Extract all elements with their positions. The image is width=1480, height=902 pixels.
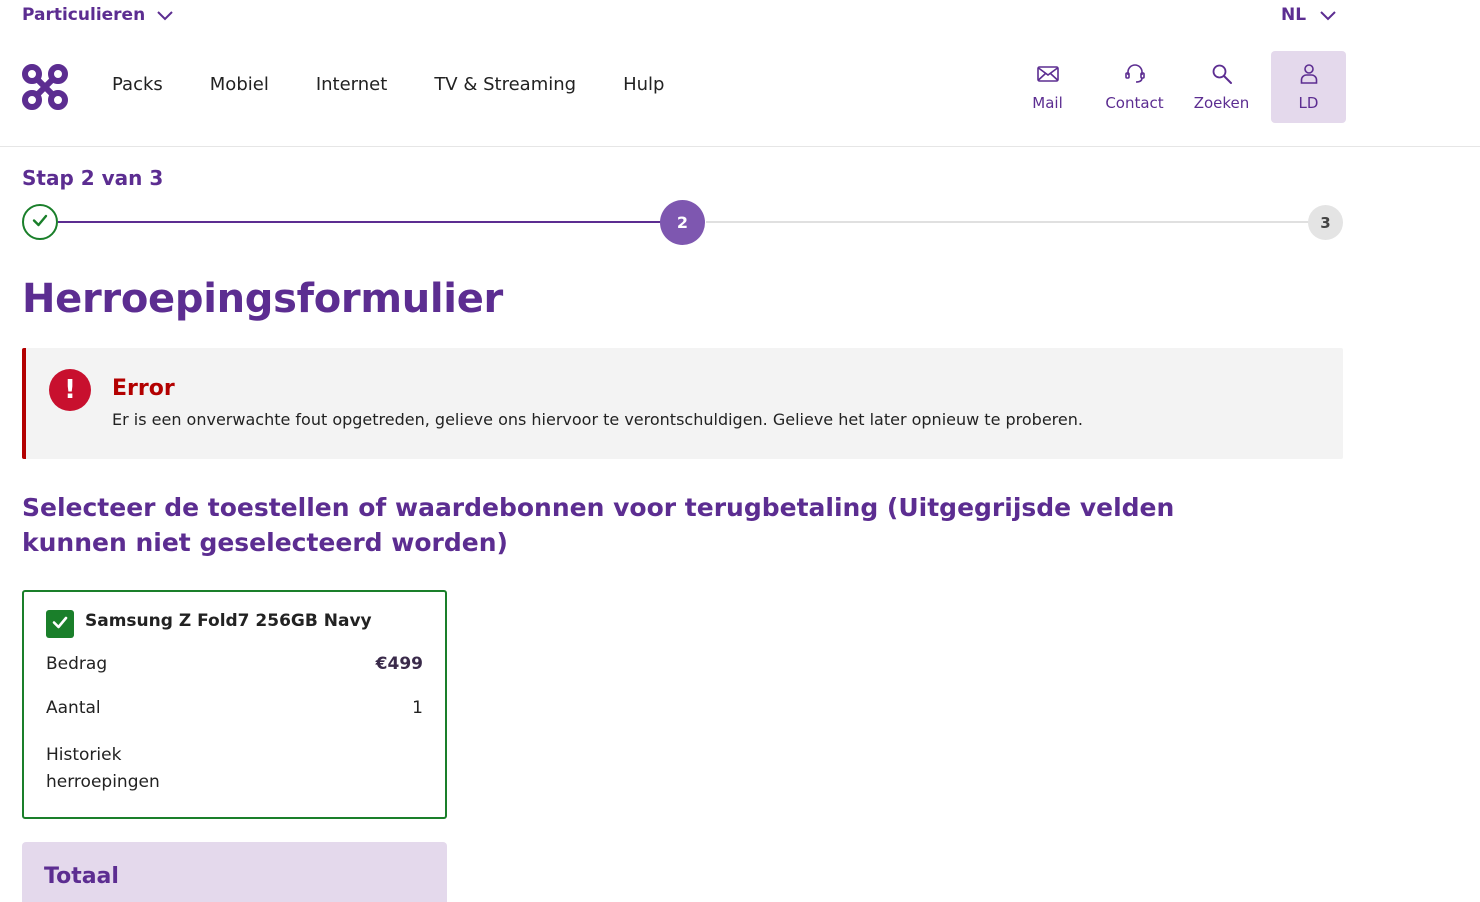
search-button[interactable]: Zoeken [1184, 51, 1259, 123]
step-3-pending: 3 [1308, 205, 1343, 240]
segment-selector[interactable]: Particulieren [22, 5, 173, 25]
error-exclamation-icon: ! [49, 369, 91, 411]
step-indicator-label: Stap 2 van 3 [22, 166, 164, 190]
total-label: Totaal [44, 864, 119, 889]
quantity-label: Aantal [46, 698, 101, 718]
section-heading: Selecteer de toestellen of waardebonnen … [22, 493, 1175, 557]
language-selector[interactable]: NL [1281, 5, 1336, 25]
step-2-current: 2 [660, 200, 705, 245]
brand-logo-icon[interactable] [22, 64, 68, 110]
total-panel: Totaal [22, 842, 447, 902]
amount-value: €499 [375, 654, 423, 674]
error-message: Er is een onverwachte fout opgetreden, g… [112, 410, 1083, 429]
nav-item-packs[interactable]: Packs [112, 74, 163, 95]
search-label: Zoeken [1193, 94, 1250, 112]
headset-icon [1123, 62, 1147, 90]
language-label: NL [1281, 5, 1307, 25]
header-tools: Mail Contact Zoeken LD [1010, 51, 1358, 123]
nav-item-hulp[interactable]: Hulp [623, 74, 664, 95]
nav-item-mobiel[interactable]: Mobiel [210, 74, 269, 95]
device-checkbox[interactable] [46, 610, 74, 638]
main-nav: Packs Mobiel Internet TV & Streaming Hul… [112, 74, 711, 95]
segment-label: Particulieren [22, 5, 146, 25]
error-title: Error [112, 376, 175, 401]
history-label: Historiek herroepingen [46, 745, 160, 792]
contact-button[interactable]: Contact [1097, 51, 1172, 123]
stepper-line-pending [706, 221, 1326, 223]
mail-icon [1036, 62, 1060, 90]
device-card[interactable]: Samsung Z Fold7 256GB Navy Bedrag €499 A… [22, 590, 447, 819]
user-icon [1297, 62, 1321, 90]
device-name: Samsung Z Fold7 256GB Navy [85, 611, 372, 631]
contact-label: Contact [1105, 94, 1164, 112]
step-1-completed [22, 204, 58, 240]
stepper-line-completed [58, 221, 682, 223]
checkmark-icon [31, 211, 49, 233]
chevron-down-icon [157, 6, 173, 25]
search-icon [1210, 62, 1234, 90]
chevron-down-icon [1320, 6, 1336, 25]
nav-item-internet[interactable]: Internet [316, 74, 387, 95]
quantity-value: 1 [412, 698, 423, 718]
top-bar: Particulieren NL [0, 0, 1480, 36]
amount-label: Bedrag [46, 654, 108, 674]
mail-button[interactable]: Mail [1010, 51, 1085, 123]
account-initials: LD [1298, 94, 1319, 112]
main-header: Packs Mobiel Internet TV & Streaming Hul… [0, 36, 1480, 147]
page-title: Herroepingsformulier [22, 276, 503, 322]
checkmark-icon [51, 613, 69, 635]
mail-label: Mail [1032, 94, 1063, 112]
progress-stepper: 2 3 [22, 198, 1343, 246]
account-button[interactable]: LD [1271, 51, 1346, 123]
nav-item-tv-streaming[interactable]: TV & Streaming [434, 74, 576, 95]
error-alert: ! Error Er is een onverwachte fout opget… [22, 348, 1343, 459]
